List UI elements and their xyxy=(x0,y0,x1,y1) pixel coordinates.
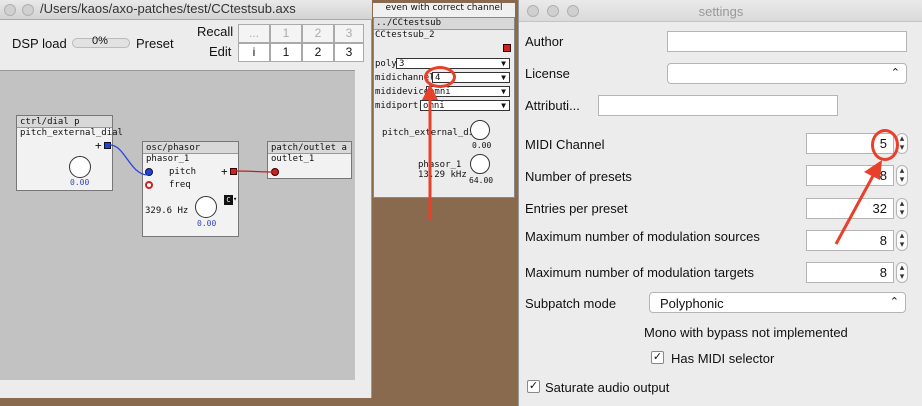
pitch-wire xyxy=(109,144,149,176)
preset-label: Preset xyxy=(136,36,174,51)
sub-window-caption: even with correct channel xyxy=(373,3,515,17)
mod-sources-label: Maximum number of modulation sources xyxy=(525,229,760,244)
subpatch-mode-label: Subpatch mode xyxy=(525,296,617,311)
dsp-load-value: 0% xyxy=(92,35,108,47)
presets-stepper[interactable]: ▴ ▾ xyxy=(896,165,908,186)
attribution-label: Attributi... xyxy=(525,98,580,113)
sub-dial-knob[interactable] xyxy=(470,120,490,140)
dropdown-arrow-icon: ▼ xyxy=(501,73,506,82)
mod-sources-stepper[interactable]: ▴ ▾ xyxy=(896,230,908,251)
patch-wires xyxy=(109,144,275,176)
dsp-load-label: DSP load xyxy=(12,36,67,51)
edit-label: Edit xyxy=(209,44,232,59)
dropdown-arrow-icon: ▼ xyxy=(501,87,506,96)
entries-label: Entries per preset xyxy=(525,201,628,216)
recall-menu-button[interactable]: ... xyxy=(238,24,270,43)
recall-preset-2-button[interactable]: 2 xyxy=(302,24,334,43)
license-label: License xyxy=(525,66,570,81)
poly-label: poly xyxy=(375,59,397,69)
mono-bypass-note: Mono with bypass not implemented xyxy=(644,325,848,340)
annotation-circle xyxy=(871,129,899,161)
subpatch-mode-select[interactable]: Polyphonic ⌃ xyxy=(649,292,906,313)
subpatch-outlet-port[interactable] xyxy=(503,44,511,52)
edit-init-button[interactable]: i xyxy=(238,43,270,62)
sub-phasor-value: 64.00 xyxy=(469,176,494,185)
license-select[interactable]: ⌃ xyxy=(667,63,907,84)
subpatch-mode-value: Polyphonic xyxy=(660,296,724,311)
subpatch-header[interactable]: ../CCtestsub xyxy=(374,18,514,30)
edit-preset-3-button[interactable]: 3 xyxy=(334,43,364,62)
minimize-window-button[interactable] xyxy=(22,4,34,16)
saturate-audio-label: Saturate audio output xyxy=(545,380,670,395)
patch-window-titlebar: /Users/kaos/axo-patches/test/CCtestsub.a… xyxy=(0,0,372,20)
settings-title: settings xyxy=(698,4,744,19)
mod-targets-stepper[interactable]: ▴ ▾ xyxy=(896,262,908,283)
midiport-label: midiport xyxy=(375,101,419,111)
sub-dial-value: 0.00 xyxy=(472,141,492,150)
patch-window: /Users/kaos/axo-patches/test/CCtestsub.a… xyxy=(0,0,372,398)
patch-canvas[interactable]: ctrl/dial p pitch_external_dial + 0.00 o… xyxy=(0,70,355,380)
entries-stepper[interactable]: ▴ ▾ xyxy=(896,198,908,219)
sub-phasor-knob[interactable] xyxy=(470,154,490,174)
close-window-button[interactable] xyxy=(4,4,16,16)
attribution-field[interactable] xyxy=(598,95,838,116)
recall-preset-1-button[interactable]: 1 xyxy=(270,24,302,43)
annotation-arrow-icon xyxy=(834,160,882,245)
author-label: Author xyxy=(525,34,564,49)
edit-preset-2-button[interactable]: 2 xyxy=(302,43,334,62)
presets-label: Number of presets xyxy=(525,169,632,184)
patch-window-title: /Users/kaos/axo-patches/test/CCtestsub.a… xyxy=(40,1,296,16)
dropdown-arrow-icon: ▼ xyxy=(501,59,506,68)
recall-label: Recall xyxy=(197,24,234,39)
settings-titlebar: settings xyxy=(519,0,922,22)
author-field[interactable] xyxy=(667,31,907,52)
mod-targets-input[interactable]: 8 xyxy=(806,262,894,283)
annotation-arrow-icon xyxy=(422,84,438,220)
updown-chevron-icon: ⌃ xyxy=(889,296,899,308)
dropdown-arrow-icon: ▼ xyxy=(501,101,506,110)
poly-value: 3 xyxy=(399,59,405,69)
has-midi-selector-checkbox[interactable]: ✓ xyxy=(651,351,664,364)
mod-targets-label: Maximum number of modulation targets xyxy=(525,265,755,280)
poly-select[interactable]: 3 ▼ xyxy=(396,58,510,69)
saturate-audio-checkbox[interactable]: ✓ xyxy=(527,380,540,393)
recall-preset-3-button[interactable]: 3 xyxy=(334,24,364,43)
audio-wire xyxy=(235,170,275,173)
has-midi-selector-label: Has MIDI selector xyxy=(671,351,775,366)
midi-channel-label: MIDI Channel xyxy=(525,137,605,152)
subpatch-name: CCtestsub_2 xyxy=(375,30,435,40)
edit-preset-1-button[interactable]: 1 xyxy=(270,43,302,62)
updown-chevron-icon: ⌃ xyxy=(890,67,900,79)
